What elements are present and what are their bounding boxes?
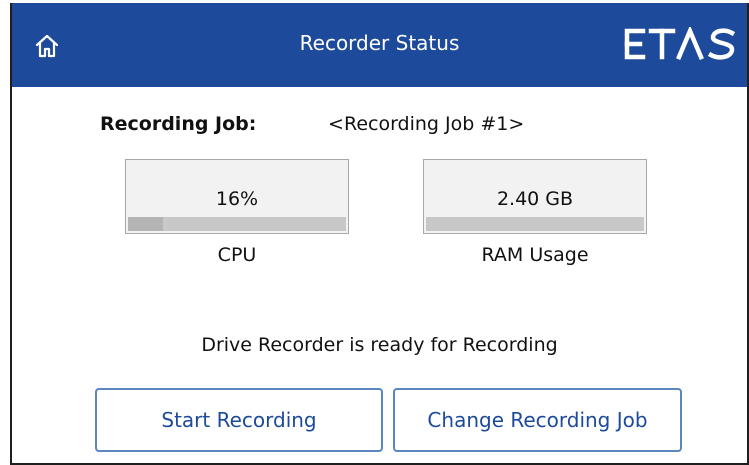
change-recording-job-button[interactable]: Change Recording Job <box>393 388 682 452</box>
ram-meter: 2.40 GB <box>423 159 647 234</box>
status-message: Drive Recorder is ready for Recording <box>201 334 558 356</box>
cpu-bar-fill <box>128 217 163 231</box>
etas-logo <box>621 25 739 65</box>
ram-caption: RAM Usage <box>481 244 589 266</box>
cpu-bar-track <box>128 217 346 231</box>
cpu-value: 16% <box>215 188 259 210</box>
cpu-meter: 16% <box>125 159 349 234</box>
header-bar: Recorder Status <box>12 3 747 87</box>
recording-job-label: Recording Job: <box>100 113 257 135</box>
start-recording-button[interactable]: Start Recording <box>95 388 383 452</box>
recording-job-row: Recording Job: <Recording Job #1> <box>100 113 524 135</box>
recorder-status-panel: Recorder Status Recording Job: <Recordin… <box>10 3 749 465</box>
recording-job-value: <Recording Job #1> <box>328 113 525 135</box>
cpu-caption: CPU <box>217 244 257 266</box>
ram-value: 2.40 GB <box>496 188 574 210</box>
ram-bar-track <box>426 217 644 231</box>
